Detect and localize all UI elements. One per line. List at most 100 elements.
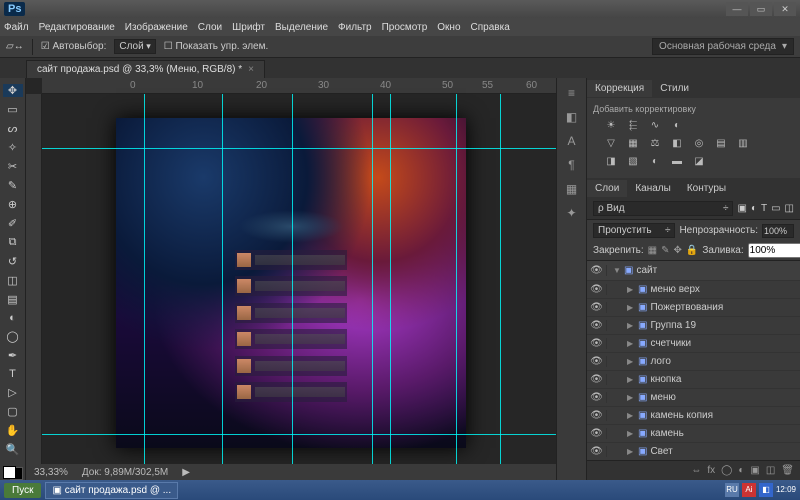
swatches-panel-icon[interactable]: ▦ (566, 182, 577, 196)
layer-row[interactable]: 👁▶▣Свет (587, 443, 800, 460)
menu-Выделение[interactable]: Выделение (275, 22, 328, 33)
auto-select-checkbox[interactable]: ☑ Автовыбор: (41, 41, 107, 52)
tray-lang[interactable]: RU (725, 483, 739, 497)
filter-type-icon[interactable]: T (761, 203, 767, 214)
crop-tool[interactable]: ✂ (3, 160, 23, 173)
document-canvas[interactable] (116, 118, 466, 448)
visibility-icon[interactable]: 👁 (587, 446, 607, 457)
filter-smart-icon[interactable]: ◫ (785, 203, 794, 214)
lock-transparent-icon[interactable]: ▦ (648, 245, 657, 256)
color-swatch[interactable] (3, 466, 23, 480)
guide-vertical[interactable] (390, 94, 391, 480)
guide-vertical[interactable] (372, 94, 373, 480)
blur-tool[interactable]: ◐ (3, 312, 23, 324)
lasso-tool[interactable]: ᔕ (3, 122, 23, 135)
wand-tool[interactable]: ✧ (3, 141, 23, 154)
blend-mode-dropdown[interactable]: Пропустить÷ (593, 223, 675, 238)
info-panel-icon[interactable]: ✦ (566, 206, 576, 220)
invert-icon[interactable]: ◨ (603, 154, 619, 168)
ruler-horizontal[interactable]: 010203040505560 (42, 78, 556, 94)
menu-Редактирование[interactable]: Редактирование (39, 22, 115, 33)
layer-row[interactable]: 👁▶▣Пожертвования (587, 299, 800, 317)
lookup-icon[interactable]: ▥ (735, 136, 751, 150)
marquee-tool[interactable]: ▭ (3, 103, 23, 116)
layer-row[interactable]: 👁▶▣счетчики (587, 335, 800, 353)
levels-icon[interactable]: ⬱ (625, 118, 641, 132)
close-button[interactable]: ✕ (774, 2, 796, 16)
zoom-level[interactable]: 33,33% (34, 467, 68, 478)
menu-Файл[interactable]: Файл (4, 22, 29, 33)
guide-vertical[interactable] (456, 94, 457, 480)
opacity-input[interactable] (762, 224, 794, 238)
layer-row[interactable]: 👁▶▣камень копия (587, 407, 800, 425)
menu-Просмотр[interactable]: Просмотр (382, 22, 428, 33)
trash-icon[interactable]: 🗑 (781, 465, 794, 476)
guide-horizontal[interactable] (42, 148, 556, 149)
selective-icon[interactable]: ◪ (691, 154, 707, 168)
visibility-icon[interactable]: 👁 (587, 356, 607, 367)
path-tool[interactable]: ▷ (3, 386, 23, 399)
stamp-tool[interactable]: ⧉ (3, 236, 23, 249)
layer-row[interactable]: 👁▶▣меню (587, 389, 800, 407)
visibility-icon[interactable]: 👁 (587, 338, 607, 349)
visibility-icon[interactable]: 👁 (587, 392, 607, 403)
fx-icon[interactable]: fx (707, 465, 715, 476)
visibility-icon[interactable]: 👁 (587, 410, 607, 421)
workspace-switcher[interactable]: Основная рабочая среда▾ (652, 38, 794, 55)
lock-position-icon[interactable]: ✥ (674, 245, 682, 256)
layer-row[interactable]: 👁▶▣Группа 19 (587, 317, 800, 335)
brush-tool[interactable]: ✐ (3, 217, 23, 230)
balance-icon[interactable]: ⚖ (647, 136, 663, 150)
link-layers-icon[interactable]: ⇔ (691, 465, 701, 476)
close-tab-icon[interactable]: × (248, 64, 254, 75)
tray-icon[interactable]: Ai (742, 483, 756, 497)
move-tool[interactable]: ✥ (3, 84, 23, 97)
curves-icon[interactable]: ∿ (647, 118, 663, 132)
color-panel-icon[interactable]: ◧ (566, 110, 577, 124)
guide-vertical[interactable] (222, 94, 223, 480)
fill-input[interactable] (748, 243, 800, 258)
tab-corrections[interactable]: Коррекция (587, 80, 652, 97)
visibility-icon[interactable]: 👁 (587, 374, 607, 385)
adjustment-icon[interactable]: ◐ (738, 465, 744, 476)
visibility-icon[interactable]: 👁 (587, 265, 607, 276)
show-controls-checkbox[interactable]: ☐ Показать упр. элем. (164, 41, 269, 52)
photo-filter-icon[interactable]: ◎ (691, 136, 707, 150)
tray-time[interactable]: 12:09 (776, 483, 796, 497)
eraser-tool[interactable]: ◫ (3, 274, 23, 287)
minimize-button[interactable]: — (726, 2, 748, 16)
bw-icon[interactable]: ◧ (669, 136, 685, 150)
auto-select-dropdown[interactable]: Слой ▾ (114, 39, 155, 54)
start-button[interactable]: Пуск (4, 483, 41, 498)
shape-tool[interactable]: ▢ (3, 405, 23, 418)
layer-row[interactable]: 👁▼▣сайт (587, 261, 800, 281)
taskbar-item[interactable]: ▣ сайт продажа.psd @ ... (45, 482, 178, 499)
tab-channels[interactable]: Каналы (627, 180, 679, 197)
hand-tool[interactable]: ✋ (3, 424, 23, 437)
maximize-button[interactable]: ▭ (750, 2, 772, 16)
visibility-icon[interactable]: 👁 (587, 320, 607, 331)
hue-icon[interactable]: ▦ (625, 136, 641, 150)
menu-Справка[interactable]: Справка (471, 22, 510, 33)
document-tab[interactable]: сайт продажа.psd @ 33,3% (Меню, RGB/8) *… (26, 60, 265, 78)
paragraph-panel-icon[interactable]: ¶ (568, 158, 574, 172)
filter-kind-dropdown[interactable]: ρ Вид÷ (593, 201, 733, 216)
lock-pixels-icon[interactable]: ✎ (661, 245, 669, 256)
layer-row[interactable]: 👁▶▣меню верх (587, 281, 800, 299)
menu-Окно[interactable]: Окно (437, 22, 460, 33)
history-panel-icon[interactable]: ≡ (568, 86, 575, 100)
visibility-icon[interactable]: 👁 (587, 428, 607, 439)
type-tool[interactable]: T (3, 368, 23, 380)
history-brush-tool[interactable]: ↺ (3, 255, 23, 268)
new-layer-icon[interactable]: ◫ (766, 465, 775, 476)
gradient-tool[interactable]: ▤ (3, 293, 23, 306)
menu-Изображение[interactable]: Изображение (125, 22, 188, 33)
dodge-tool[interactable]: ◯ (3, 330, 23, 343)
healing-tool[interactable]: ⊕ (3, 198, 23, 211)
group-icon[interactable]: ▣ (750, 465, 759, 476)
guide-horizontal[interactable] (42, 434, 556, 435)
layer-row[interactable]: 👁▶▣камень (587, 425, 800, 443)
guide-vertical[interactable] (500, 94, 501, 480)
menu-Слои[interactable]: Слои (198, 22, 222, 33)
gradient-map-icon[interactable]: ▬ (669, 154, 685, 168)
